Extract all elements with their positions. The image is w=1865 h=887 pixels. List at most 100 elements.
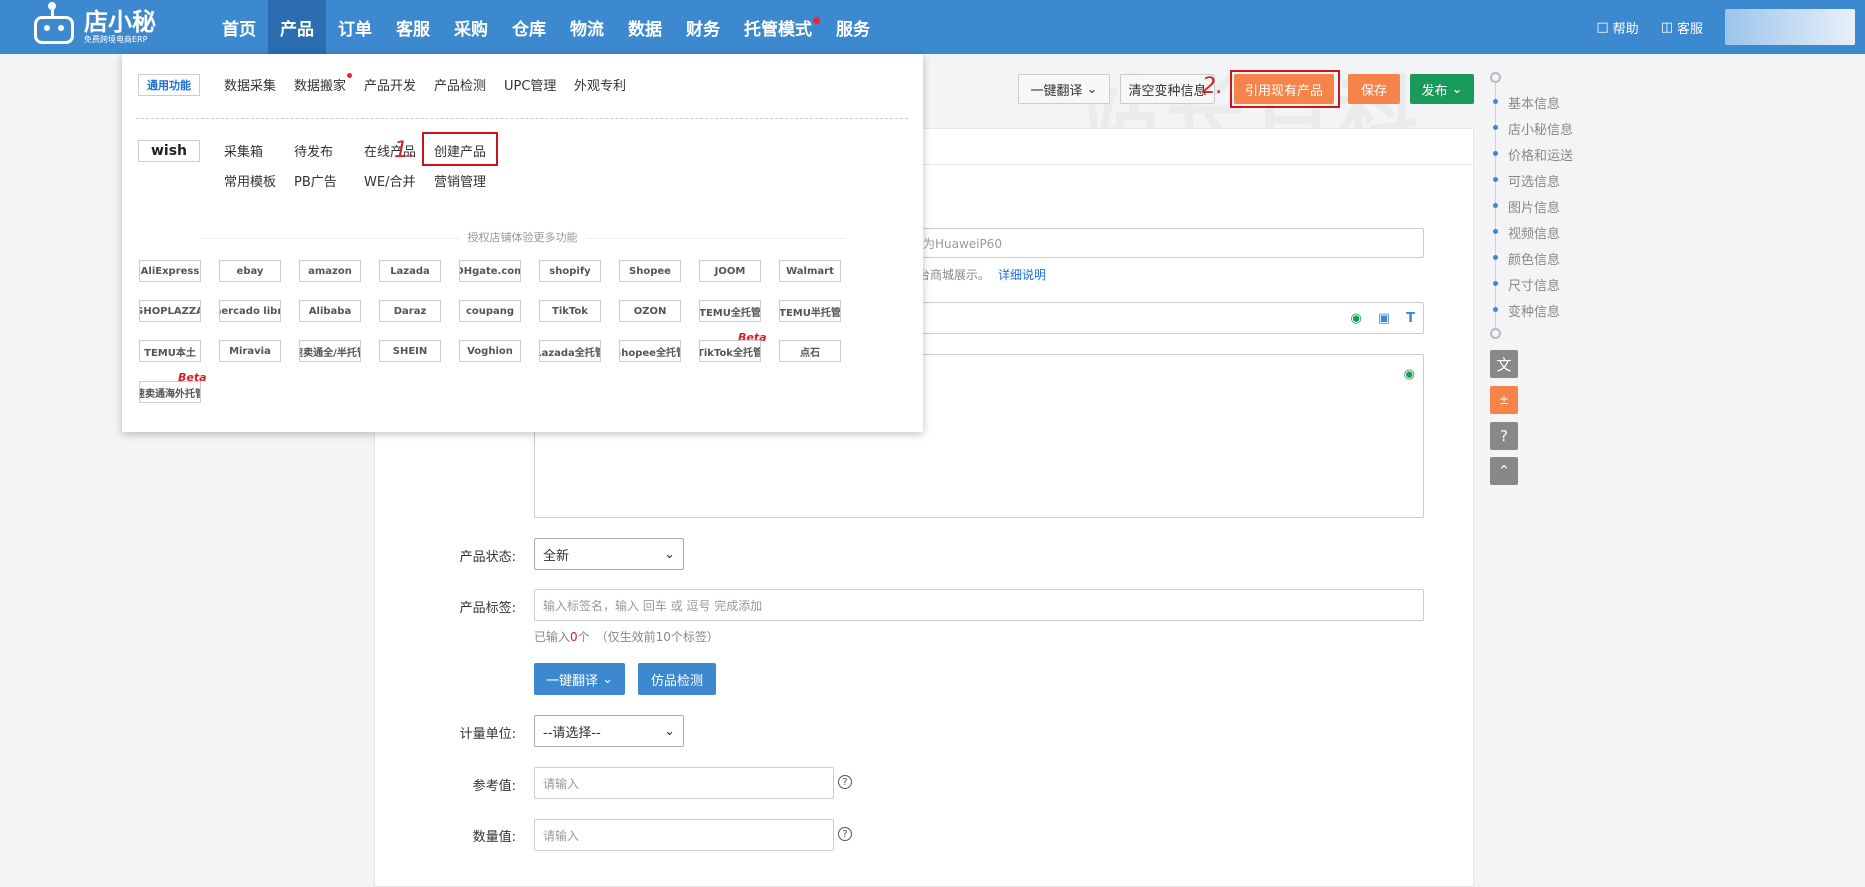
nav-services[interactable]: 服务 (824, 0, 882, 54)
toc-item[interactable]: 价格和运送 (1492, 145, 1573, 164)
menu-product-check[interactable]: 产品检测 (434, 75, 486, 94)
help-link[interactable]: □ 帮助 (1596, 18, 1638, 37)
platform-temu-full[interactable]: TEMU全托管 (699, 300, 761, 322)
help-question-icon[interactable]: ? (838, 775, 852, 789)
nav-orders[interactable]: 订单 (326, 0, 384, 54)
toc-item[interactable]: 尺寸信息 (1492, 275, 1560, 294)
toc-item[interactable]: 颜色信息 (1492, 249, 1560, 268)
nav-product[interactable]: 产品 (268, 0, 326, 54)
menu-data-collect[interactable]: 数据采集 (224, 75, 276, 94)
logo-title: 店小秘 (84, 8, 156, 36)
ai-icon[interactable]: ◉ (1350, 311, 1361, 326)
unit-value: --请选择-- (543, 725, 601, 741)
platform-aliexpress-overseas[interactable]: 速卖通海外托管 (139, 381, 201, 403)
platform-dianshi[interactable]: 点石 (779, 340, 841, 362)
tags-label: 产品标签: (459, 601, 516, 616)
platform-lazada[interactable]: Lazada (379, 260, 441, 282)
nav-warehouse[interactable]: 仓库 (500, 0, 558, 54)
toc-item[interactable]: 可选信息 (1492, 171, 1560, 190)
tags-input[interactable]: 输入标签名，输入 回车 或 逗号 完成添加 (534, 589, 1424, 621)
platform-shopee[interactable]: Shopee (619, 260, 681, 282)
menu-collect-box[interactable]: 采集箱 (224, 141, 263, 160)
toc-line (1495, 82, 1496, 338)
platform-dhgate[interactable]: DHgate.com (459, 260, 521, 282)
service-link[interactable]: ◫ 客服 (1661, 18, 1703, 37)
main-nav: 首页 产品 订单 客服 采购 仓库 物流 数据 财务 托管模式 服务 (210, 0, 882, 54)
menu-pending-publish[interactable]: 待发布 (294, 141, 333, 160)
new-dot-badge (813, 17, 820, 24)
nav-managed-mode[interactable]: 托管模式 (732, 0, 824, 54)
translate-icon[interactable]: 文 (1490, 350, 1518, 378)
toc-item[interactable]: 视频信息 (1492, 223, 1560, 242)
annotation-step1: 1. (394, 138, 415, 163)
account-box[interactable] (1725, 9, 1855, 45)
menu-marketing-manage[interactable]: 营销管理 (434, 171, 486, 190)
nav-customer-service[interactable]: 客服 (384, 0, 442, 54)
calculator-icon[interactable]: ± (1490, 386, 1518, 414)
qty-input[interactable]: 请输入 (534, 819, 834, 851)
clear-variant-button[interactable]: 清空变种信息 (1120, 74, 1215, 104)
ai-icon[interactable]: ◉ (1404, 367, 1415, 382)
platform-walmart[interactable]: Walmart (779, 260, 841, 282)
toc-item[interactable]: 基本信息 (1492, 93, 1560, 112)
toc-end-circle (1490, 328, 1501, 339)
platform-ebay[interactable]: ebay (219, 260, 281, 282)
platform-voghion[interactable]: Voghion (459, 340, 521, 362)
nav-home[interactable]: 首页 (210, 0, 268, 54)
back-to-top-icon[interactable]: ⌃ (1490, 457, 1518, 485)
wish-tag: wish (138, 140, 200, 162)
status-select[interactable]: 全新 ⌄ (534, 538, 684, 570)
title-hint: 台商城展示。 详细说明 (918, 268, 1047, 282)
platform-lazada-managed[interactable]: Lazada全托管 (539, 340, 601, 362)
text-size-icon[interactable]: T (1406, 311, 1415, 326)
service-label: 客服 (1676, 21, 1703, 37)
menu-design-patent[interactable]: 外观专利 (574, 75, 626, 94)
one-click-translate-button[interactable]: 一键翻译 ⌄ (1018, 74, 1110, 104)
question-icon[interactable]: ? (1490, 422, 1518, 450)
platform-coupang[interactable]: coupang (459, 300, 521, 322)
translate-button[interactable]: 一键翻译 ⌄ (534, 663, 625, 695)
nav-finance[interactable]: 财务 (674, 0, 732, 54)
qty-label: 数量值: (472, 830, 516, 845)
platform-daraz[interactable]: Daraz (379, 300, 441, 322)
logo[interactable]: 店小秘 免费跨境电商ERP (30, 2, 156, 48)
divider (136, 118, 908, 119)
menu-upc-manage[interactable]: UPC管理 (504, 75, 556, 94)
menu-we-merge[interactable]: WE/合并 (364, 171, 415, 190)
toc-item[interactable]: 店小秘信息 (1492, 119, 1573, 138)
detail-link[interactable]: 详细说明 (998, 268, 1046, 282)
platform-shopee-managed[interactable]: Shopee全托管 (619, 340, 681, 362)
platform-aliexpress[interactable]: AliExpress (139, 260, 201, 282)
nav-purchase[interactable]: 采购 (442, 0, 500, 54)
image-icon[interactable]: ▣ (1378, 311, 1390, 326)
menu-pb-ads[interactable]: PB广告 (294, 171, 337, 190)
platform-temu-semi[interactable]: TEMU半托管 (779, 300, 841, 322)
nav-data[interactable]: 数据 (616, 0, 674, 54)
platform-aliexpress-managed[interactable]: 速卖通全/半托管 (299, 340, 361, 362)
platform-ozon[interactable]: OZON (619, 300, 681, 322)
platform-shoplazza[interactable]: SHOPLAZZA (139, 300, 201, 322)
toc-item[interactable]: 变种信息 (1492, 301, 1560, 320)
menu-data-migrate[interactable]: 数据搬家 (294, 73, 353, 94)
platform-alibaba[interactable]: Alibaba (299, 300, 361, 322)
headset-icon: ◫ (1660, 19, 1673, 35)
platform-mercadolibre[interactable]: mercado libre (219, 300, 281, 322)
platform-miravia[interactable]: Miravia (219, 340, 281, 362)
save-button[interactable]: 保存 (1348, 74, 1400, 104)
menu-common-template[interactable]: 常用模板 (224, 171, 276, 190)
platform-shopify[interactable]: shopify (539, 260, 601, 282)
publish-button[interactable]: 发布 ⌄ (1410, 74, 1474, 104)
unit-select[interactable]: --请选择-- ⌄ (534, 715, 684, 747)
platform-tiktok[interactable]: TikTok (539, 300, 601, 322)
nav-logistics[interactable]: 物流 (558, 0, 616, 54)
help-question-icon[interactable]: ? (838, 827, 852, 841)
platform-temu-local[interactable]: TEMU本土 (139, 340, 201, 362)
platform-shein[interactable]: SHEIN (379, 340, 441, 362)
toc-item[interactable]: 图片信息 (1492, 197, 1560, 216)
platform-joom[interactable]: JOOM (699, 260, 761, 282)
ref-input[interactable]: 请输入 (534, 767, 834, 799)
menu-product-dev[interactable]: 产品开发 (364, 75, 416, 94)
platform-tiktok-managed[interactable]: TikTok全托管 (699, 340, 761, 362)
counterfeit-check-button[interactable]: 仿品检测 (638, 663, 716, 695)
platform-amazon[interactable]: amazon (299, 260, 361, 282)
